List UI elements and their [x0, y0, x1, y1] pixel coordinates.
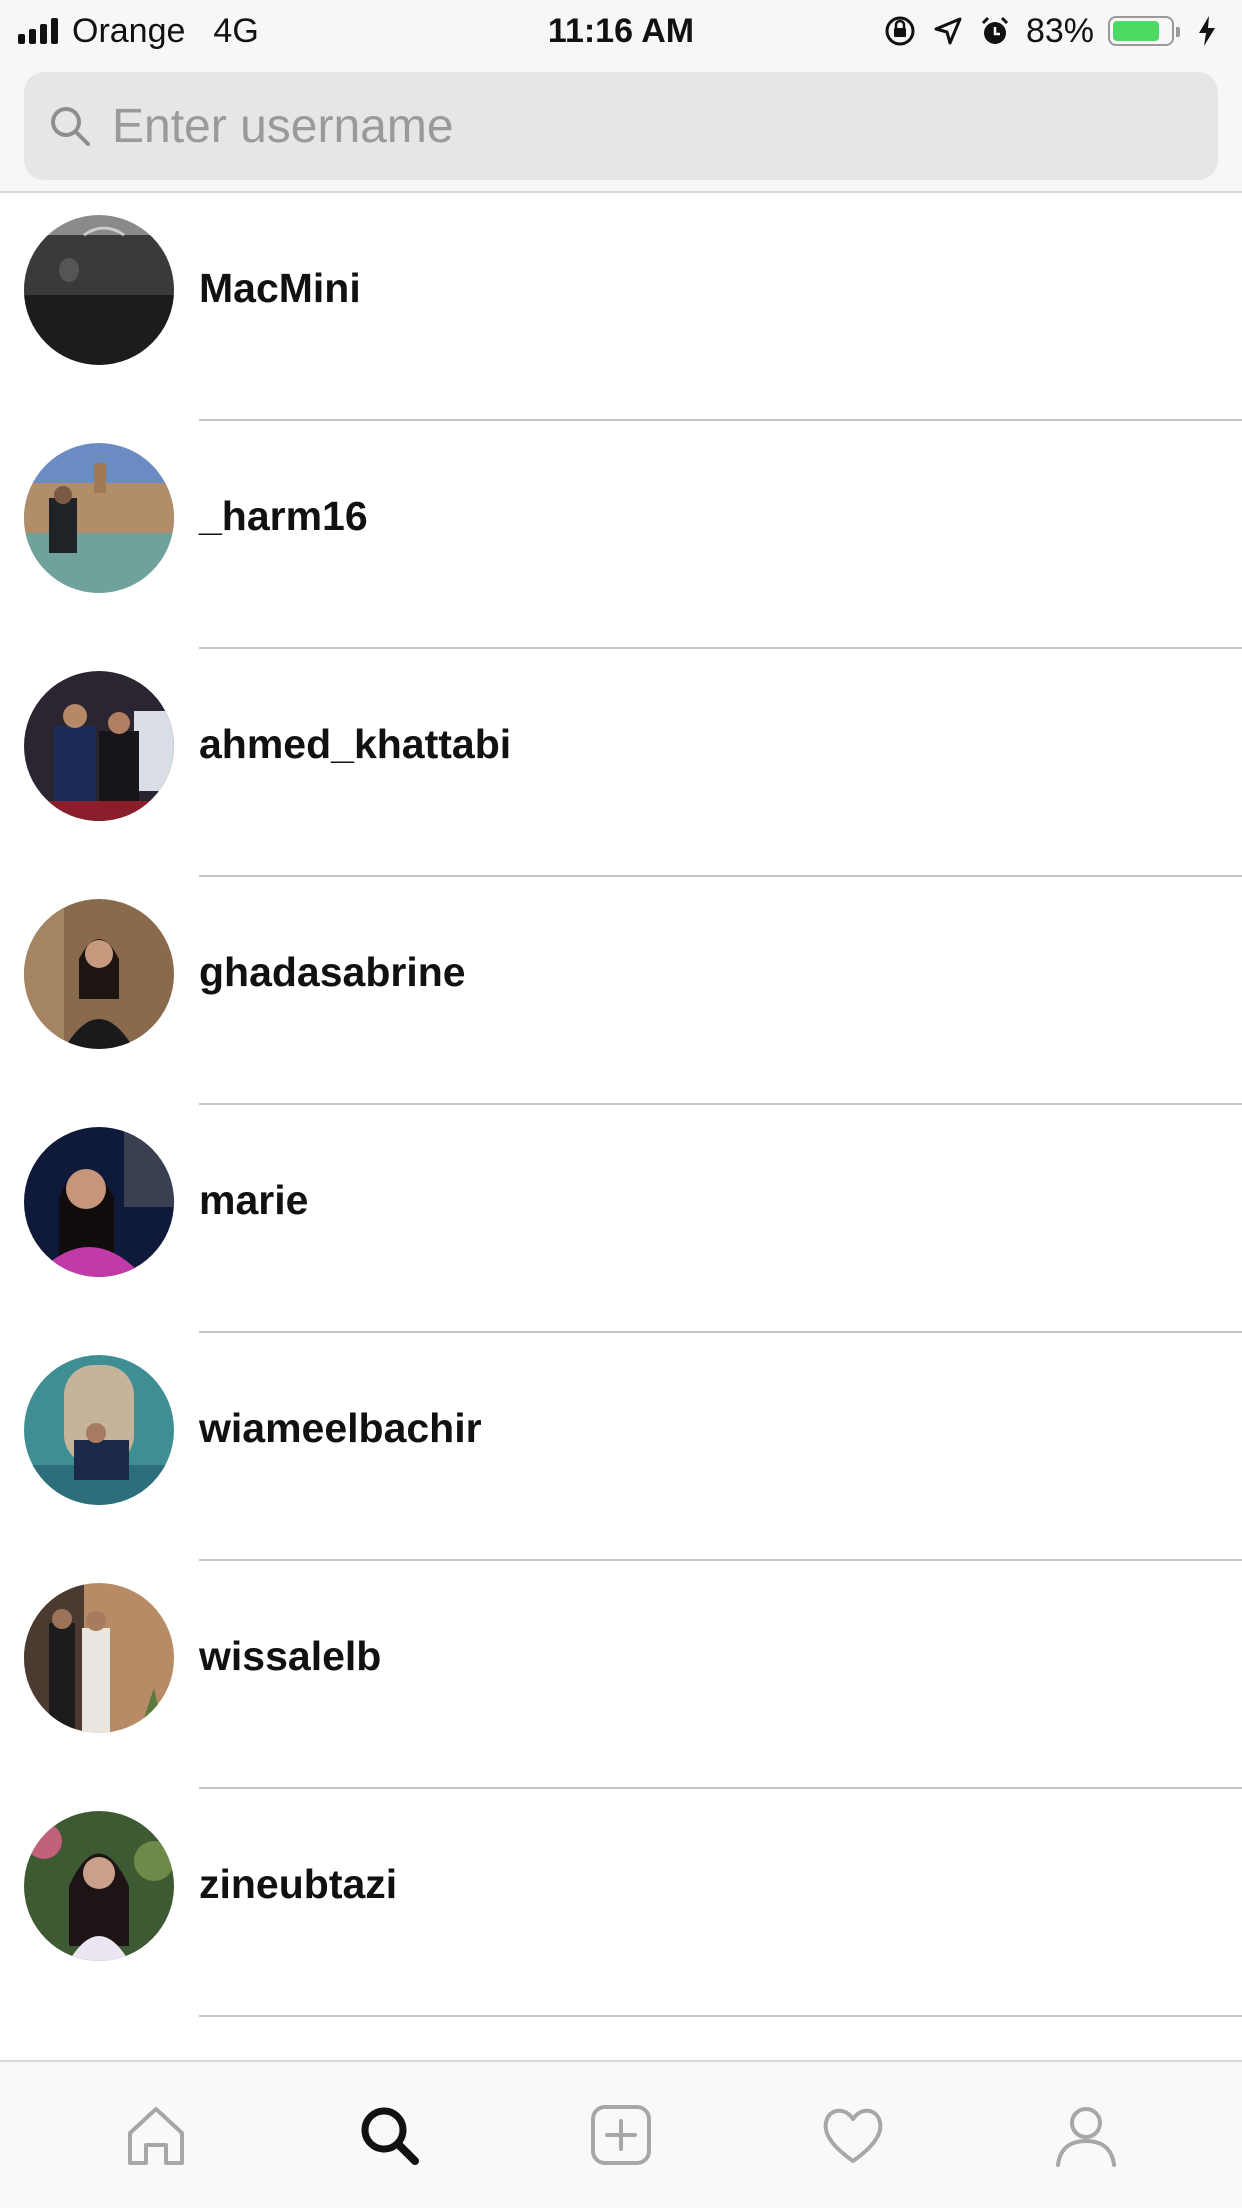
username: marie: [199, 1177, 309, 1223]
list-item[interactable]: zineubtazi: [0, 1789, 1242, 2017]
avatar: [24, 1811, 174, 1961]
status-right: 83%: [882, 12, 1218, 51]
status-left: Orange 4G: [18, 12, 259, 51]
username: ahmed_khattabi: [199, 721, 512, 767]
home-icon: [128, 2107, 185, 2165]
list-item[interactable]: ghadasabrine: [0, 877, 1242, 1105]
list-item[interactable]: marie: [0, 1105, 1242, 1333]
tab-home[interactable]: [101, 2080, 211, 2190]
list-item[interactable]: _harm16: [0, 421, 1242, 649]
username: wissalelb: [199, 1633, 382, 1679]
avatar: [24, 1355, 174, 1505]
avatar: [24, 899, 174, 1049]
username: MacMini: [199, 265, 361, 311]
list-item[interactable]: MacMini: [0, 193, 1242, 421]
network-type: 4G: [213, 11, 259, 50]
search-icon: [51, 107, 90, 146]
username: _harm16: [199, 493, 368, 539]
list-item[interactable]: wissalelb: [0, 1561, 1242, 1789]
tab-add-post[interactable]: [566, 2080, 676, 2190]
username: wiameelbachir: [199, 1405, 482, 1451]
charging-icon: [1199, 16, 1215, 46]
search-header: [0, 62, 1242, 193]
list-item[interactable]: wiameelbachir: [0, 1333, 1242, 1561]
avatar: [24, 1127, 174, 1277]
search-bar[interactable]: [24, 72, 1218, 180]
status-bar: Orange 4G 11:16 AM 83%: [0, 0, 1242, 62]
carrier-name: Orange: [72, 11, 186, 50]
user-list: MacMini _harm16 ahmed_khattabi ghadasabr…: [0, 193, 1242, 2017]
battery-icon: [1108, 16, 1180, 46]
heart-icon: [824, 2108, 883, 2163]
tab-activity[interactable]: [798, 2080, 908, 2190]
orientation-lock-icon: [885, 16, 915, 46]
add-post-icon: [590, 2105, 651, 2165]
tab-profile[interactable]: [1031, 2080, 1141, 2190]
signal-icon: [18, 18, 58, 44]
search-icon: [361, 2107, 419, 2165]
avatar: [24, 671, 174, 821]
tab-bar: [0, 2060, 1242, 2208]
avatar: [24, 215, 174, 365]
divider: [199, 2015, 1242, 2017]
avatar: [24, 1583, 174, 1733]
profile-icon: [1055, 2107, 1116, 2167]
search-input[interactable]: [112, 98, 1172, 154]
tab-search[interactable]: [334, 2080, 444, 2190]
username: ghadasabrine: [199, 949, 466, 995]
avatar: [24, 443, 174, 593]
alarm-icon: [981, 16, 1008, 44]
list-item[interactable]: ahmed_khattabi: [0, 649, 1242, 877]
battery-fill: [1113, 21, 1160, 41]
battery-percent: 83%: [1025, 11, 1094, 50]
username: zineubtazi: [199, 1861, 398, 1907]
location-icon: [934, 17, 962, 45]
